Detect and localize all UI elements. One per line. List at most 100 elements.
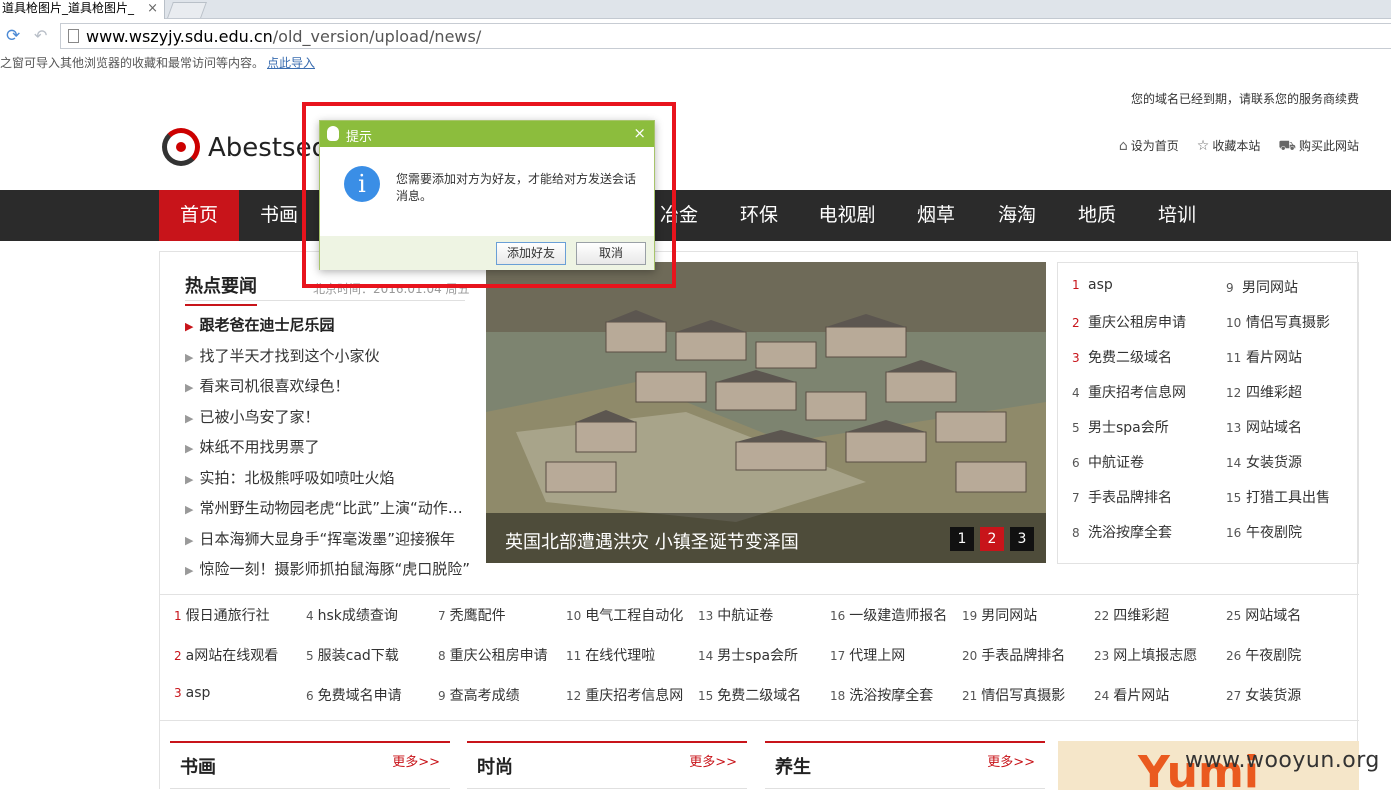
rank-item[interactable]: 6 中航证卷 (1072, 452, 1144, 472)
link-item[interactable]: 18 洗浴按摩全套 (830, 685, 933, 705)
link-item[interactable]: 21 情侣写真摄影 (962, 685, 1065, 705)
hot-news-item[interactable]: ▶ 常州野生动物园老虎“比武”上演“动作大片” (185, 493, 470, 524)
rank-number: 5 (1072, 421, 1080, 435)
rank-item[interactable]: 14 女装货源 (1226, 452, 1302, 472)
nav-item-geology[interactable]: 地质 (1057, 190, 1137, 241)
rank-item[interactable]: 9 男同网站 (1226, 277, 1298, 297)
set-homepage-link[interactable]: ⌂ 设为首页 (1119, 137, 1179, 156)
link-item[interactable]: 23 网上填报志愿 (1094, 645, 1197, 665)
rank-text: 情侣写真摄影 (1246, 315, 1330, 331)
link-text: 手表品牌排名 (981, 648, 1066, 664)
link-number: 17 (830, 649, 846, 663)
url-input[interactable]: www.wszyjy.sdu.edu.cn/old_version/upload… (60, 23, 1391, 49)
link-item[interactable]: 24 看片网站 (1094, 685, 1169, 705)
rank-number: 3 (1072, 351, 1080, 365)
link-item[interactable]: 2 a网站在线观看 (174, 645, 278, 665)
rank-number: 12 (1226, 386, 1242, 400)
import-link[interactable]: 点此导入 (267, 52, 315, 74)
rank-item[interactable]: 11 看片网站 (1226, 347, 1302, 367)
rank-item[interactable]: 1 asp (1072, 277, 1113, 293)
hot-news-item[interactable]: ▶ 已被小鸟安了家！ (185, 402, 470, 433)
rank-text: 洗浴按摩全套 (1088, 525, 1172, 541)
slide-dot-1[interactable]: 1 (950, 527, 974, 551)
link-item[interactable]: 26 午夜剧院 (1226, 645, 1301, 665)
hot-news-item[interactable]: ▶ 日本海狮大显身手“挥毫泼墨”迎接猴年 (185, 524, 470, 555)
rank-item[interactable]: 13 网站域名 (1226, 417, 1302, 437)
bookmark-site-link[interactable]: ☆ 收藏本站 (1197, 137, 1261, 156)
image-slider[interactable]: 英国北部遭遇洪灾 小镇圣诞节变泽国 1 2 3 (486, 262, 1046, 563)
nav-item-home[interactable]: 首页 (159, 190, 239, 241)
link-item[interactable]: 7 秃鹰配件 (438, 605, 506, 625)
rank-item[interactable]: 15 打猎工具出售 (1226, 487, 1330, 507)
hot-news-item[interactable]: ▶ 惊险一刻！摄影师抓拍鼠海豚“虎口脱险” (185, 554, 470, 585)
link-item[interactable]: 15 免费二级域名 (698, 685, 801, 705)
logo-icon[interactable] (162, 128, 200, 166)
hot-news-divider (185, 300, 465, 301)
link-item[interactable]: 4 hsk成绩查询 (306, 605, 398, 625)
rank-item[interactable]: 10 情侣写真摄影 (1226, 312, 1330, 332)
arrow-right-icon: ▶ (185, 564, 194, 577)
link-item[interactable]: 25 网站域名 (1226, 605, 1301, 625)
slide-caption[interactable]: 英国北部遭遇洪灾 小镇圣诞节变泽国 (505, 528, 799, 554)
undo-icon[interactable]: ↶ (34, 28, 50, 44)
rank-item[interactable]: 2 重庆公租房申请 (1072, 312, 1186, 332)
link-item[interactable]: 6 免费域名申请 (306, 685, 402, 705)
divider (160, 720, 1359, 721)
more-link[interactable]: 更多>> (689, 751, 737, 770)
more-link[interactable]: 更多>> (987, 751, 1035, 770)
link-item[interactable]: 3 asp (174, 685, 210, 701)
link-item[interactable]: 17 代理上网 (830, 645, 905, 665)
hot-news-item[interactable]: ▶ 看来司机很喜欢绿色！ (185, 371, 470, 402)
rank-item[interactable]: 16 午夜剧院 (1226, 522, 1302, 542)
link-item[interactable]: 14 男士spa会所 (698, 645, 798, 665)
link-item[interactable]: 9 查高考成绩 (438, 685, 520, 705)
rank-text: 四维彩超 (1246, 385, 1302, 401)
more-link[interactable]: 更多>> (392, 751, 440, 770)
link-item[interactable]: 27 女装货源 (1226, 685, 1301, 705)
nav-item-training[interactable]: 培训 (1137, 190, 1217, 241)
link-item[interactable]: 11 在线代理啦 (566, 645, 655, 665)
rank-item[interactable]: 5 男士spa会所 (1072, 417, 1169, 437)
link-item[interactable]: 5 服装cad下载 (306, 645, 399, 665)
rank-item[interactable]: 7 手表品牌排名 (1072, 487, 1172, 507)
nav-item-tv[interactable]: 电视剧 (799, 190, 895, 241)
link-number: 10 (566, 609, 582, 623)
link-item[interactable]: 8 重庆公租房申请 (438, 645, 548, 665)
hot-news-item[interactable]: ▶ 实拍：北极熊呼吸如喷吐火焰 (185, 463, 470, 494)
rank-number: 10 (1226, 316, 1242, 330)
tab-close-icon[interactable]: × (147, 1, 158, 17)
nav-item-haitao[interactable]: 海淘 (977, 190, 1057, 241)
hot-news-item[interactable]: ▶ 妹纸不用找男票了 (185, 432, 470, 463)
buy-site-label: 购买此网站 (1298, 139, 1359, 153)
rank-item[interactable]: 3 免费二级域名 (1072, 347, 1172, 367)
link-item[interactable]: 16 一级建造师报名 (830, 605, 947, 625)
site-header: 您的域名已经到期，请联系您的服务商续费 Abestseo. ⌂ 设为首页 ☆ 收藏本… (0, 80, 1391, 190)
link-number: 5 (306, 649, 314, 663)
slide-dot-2[interactable]: 2 (980, 527, 1004, 551)
watermark: www.wooyun.org (1185, 748, 1380, 773)
hot-news-item[interactable]: ▶ 找了半天才找到这个小家伙 (185, 341, 470, 372)
nav-item-tobacco[interactable]: 烟草 (895, 190, 977, 241)
nav-item-environment[interactable]: 环保 (719, 190, 799, 241)
link-number: 27 (1226, 689, 1242, 703)
browser-tab[interactable]: 道具枪图片_道具枪图片_ × (0, 0, 165, 19)
refresh-icon[interactable]: ⟳ (6, 28, 22, 45)
main-nav: 首页 书画 冶金 环保 电视剧 烟草 海淘 地质 培训 (0, 190, 1391, 241)
hot-news-item[interactable]: ▶ 跟老爸在迪士尼乐园 (185, 310, 470, 341)
new-tab-button[interactable] (167, 2, 207, 18)
link-item[interactable]: 1 假日通旅行社 (174, 605, 270, 625)
link-item[interactable]: 20 手表品牌排名 (962, 645, 1065, 665)
rank-item[interactable]: 8 洗浴按摩全套 (1072, 522, 1172, 542)
rank-number: 14 (1226, 456, 1242, 470)
link-item[interactable]: 19 男同网站 (962, 605, 1037, 625)
rank-item[interactable]: 4 重庆招考信息网 (1072, 382, 1186, 402)
link-item[interactable]: 22 四维彩超 (1094, 605, 1169, 625)
slide-dot-3[interactable]: 3 (1010, 527, 1034, 551)
rank-text: 男同网站 (1242, 280, 1298, 296)
link-number: 1 (174, 609, 182, 623)
rank-item[interactable]: 12 四维彩超 (1226, 382, 1302, 402)
link-item[interactable]: 10 电气工程自动化 (566, 605, 683, 625)
buy-site-link[interactable]: ⛟ 购买此网站 (1278, 137, 1359, 156)
link-item[interactable]: 12 重庆招考信息网 (566, 685, 683, 705)
link-item[interactable]: 13 中航证卷 (698, 605, 773, 625)
